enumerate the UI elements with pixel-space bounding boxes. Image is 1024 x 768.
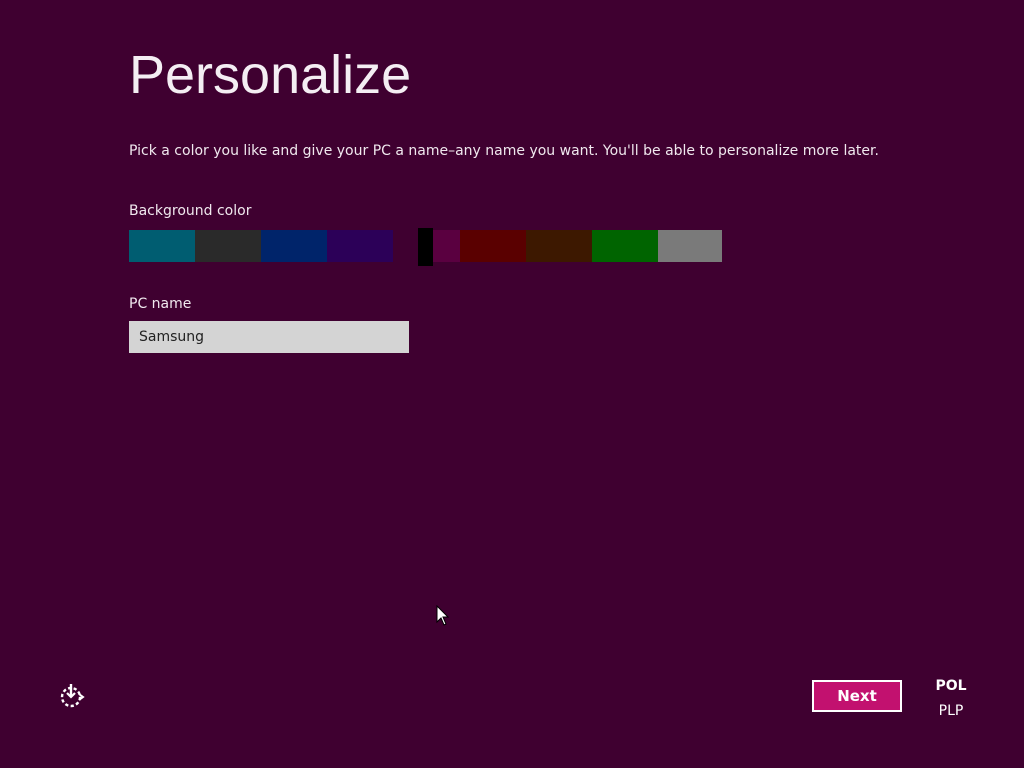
- pc-name-input[interactable]: [129, 321, 409, 353]
- background-color-slider[interactable]: [129, 228, 722, 266]
- page-description: Pick a color you like and give your PC a…: [129, 143, 879, 159]
- background-color-label: Background color: [129, 203, 252, 219]
- color-swatch-dark-red[interactable]: [460, 230, 526, 262]
- color-swatch-teal[interactable]: [129, 230, 195, 262]
- pc-name-label: PC name: [129, 296, 192, 312]
- next-button[interactable]: Next: [812, 680, 902, 712]
- color-slider-thumb[interactable]: [418, 228, 433, 266]
- color-swatch-gray[interactable]: [658, 230, 722, 262]
- ease-of-access-icon[interactable]: [58, 682, 86, 710]
- color-swatch-brown[interactable]: [526, 230, 592, 262]
- color-swatch-navy[interactable]: [261, 230, 327, 262]
- color-swatch-dark-gray[interactable]: [195, 230, 261, 262]
- mouse-pointer-icon: [436, 604, 450, 627]
- color-swatch-plum[interactable]: [393, 230, 418, 262]
- color-swatch-green[interactable]: [592, 230, 658, 262]
- page-title: Personalize: [129, 45, 412, 105]
- color-swatch-indigo[interactable]: [327, 230, 393, 262]
- setup-screen: Personalize Pick a color you like and gi…: [0, 0, 1024, 768]
- color-swatch-plum-light[interactable]: [433, 230, 460, 262]
- language-indicator[interactable]: POL: [930, 678, 972, 694]
- keyboard-layout-indicator[interactable]: PLP: [930, 703, 972, 719]
